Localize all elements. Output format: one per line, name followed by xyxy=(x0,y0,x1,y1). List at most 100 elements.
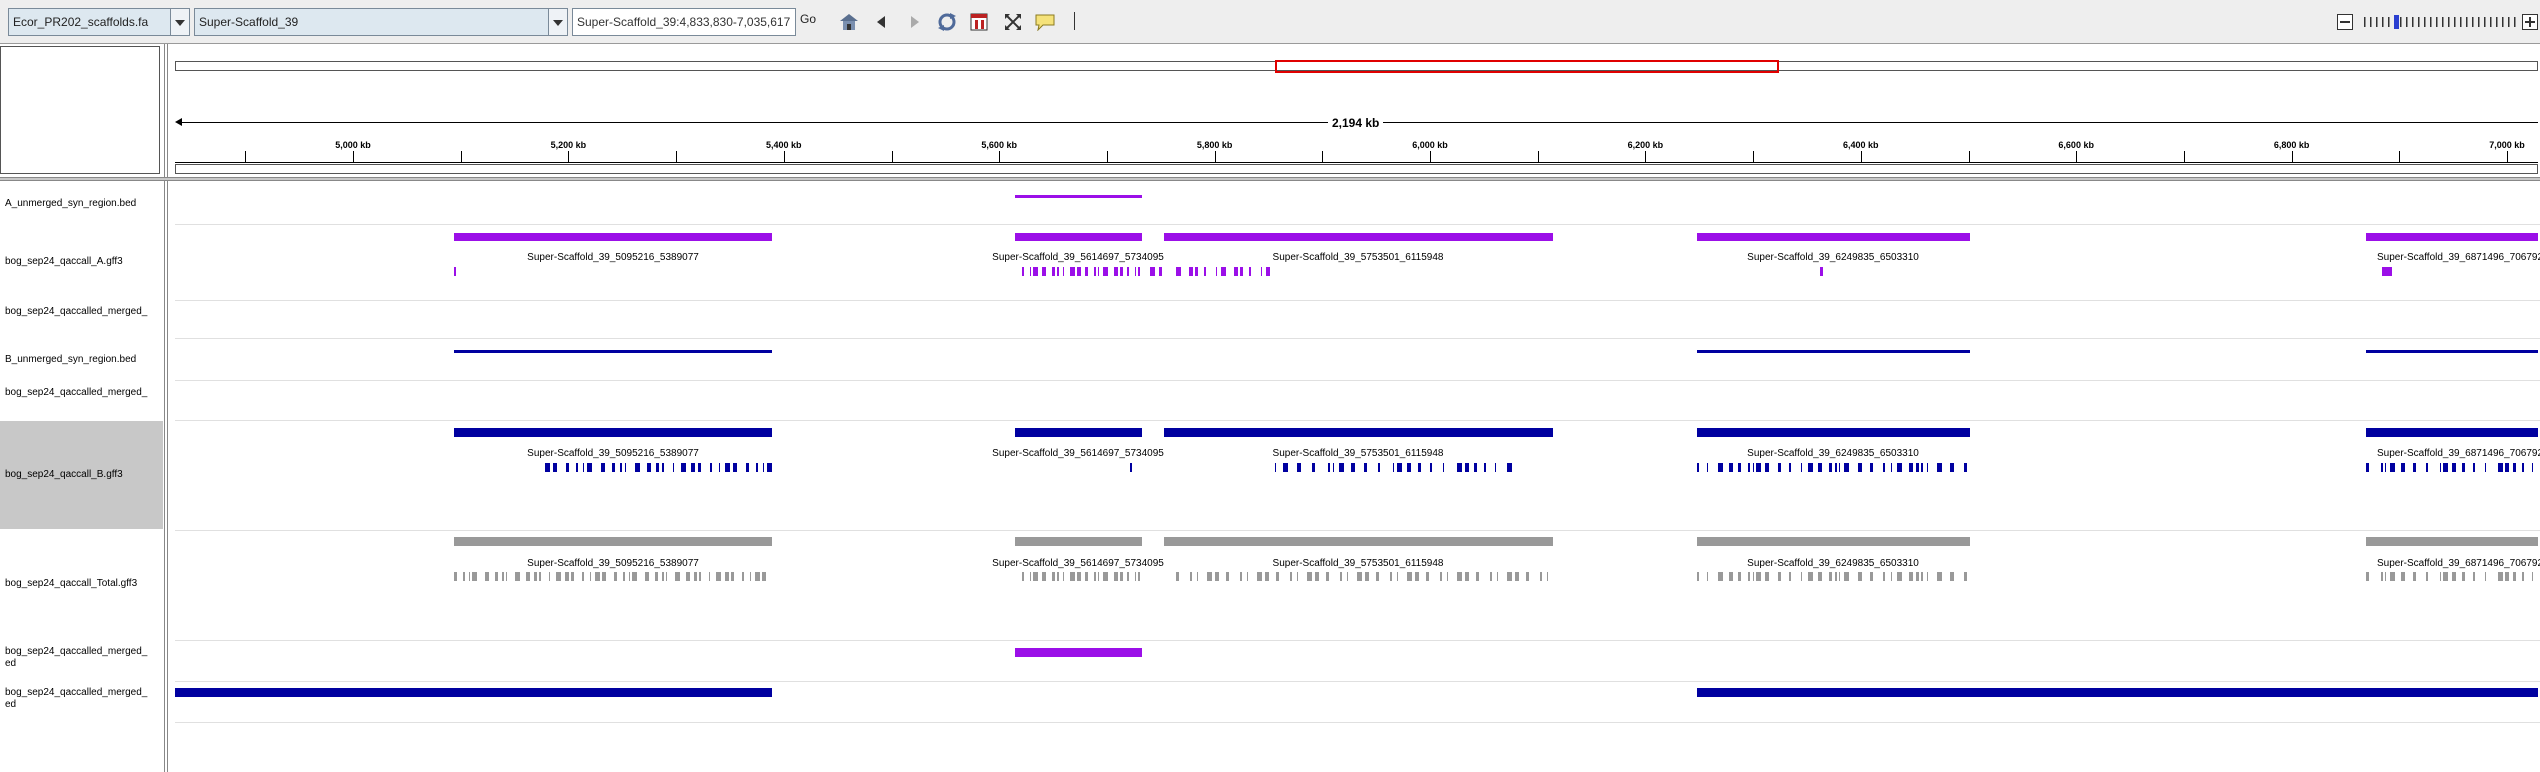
exon-feature[interactable] xyxy=(1765,572,1769,581)
exon-feature[interactable] xyxy=(1753,463,1754,472)
exon-feature[interactable] xyxy=(2532,463,2533,472)
exon-feature[interactable] xyxy=(629,572,630,581)
exon-feature[interactable] xyxy=(1063,572,1064,581)
exon-feature[interactable] xyxy=(1897,463,1902,472)
exon-feature[interactable] xyxy=(1443,463,1444,472)
exon-feature[interactable] xyxy=(1085,267,1088,276)
exon-feature[interactable] xyxy=(1340,572,1342,581)
exon-feature[interactable] xyxy=(694,572,697,581)
exon-feature[interactable] xyxy=(2473,572,2475,581)
exon-feature[interactable] xyxy=(725,463,730,472)
syn-region-feature[interactable] xyxy=(1015,195,1142,198)
zoom-slider-tick[interactable] xyxy=(2514,17,2516,27)
exon-feature[interactable] xyxy=(625,463,626,472)
exon-feature[interactable] xyxy=(1365,572,1369,581)
zoom-slider[interactable] xyxy=(2360,15,2520,29)
zoom-slider-tick[interactable] xyxy=(2406,17,2408,27)
zoom-slider-tick[interactable] xyxy=(2502,17,2504,27)
exon-feature[interactable] xyxy=(2505,463,2509,472)
exon-feature[interactable] xyxy=(469,572,470,581)
exon-feature[interactable] xyxy=(691,463,695,472)
exon-feature[interactable] xyxy=(1707,463,1708,472)
zoom-slider-tick[interactable] xyxy=(2382,17,2384,27)
exon-feature[interactable] xyxy=(1240,572,1242,581)
exon-feature[interactable] xyxy=(549,572,550,581)
exon-feature[interactable] xyxy=(1916,572,1919,581)
exon-feature[interactable] xyxy=(1748,572,1750,581)
exon-feature[interactable] xyxy=(716,572,721,581)
exon-feature[interactable] xyxy=(2505,572,2509,581)
zoom-slider-tick[interactable] xyxy=(2364,17,2366,27)
exon-feature[interactable] xyxy=(1328,463,1330,472)
exon-feature[interactable] xyxy=(1135,572,1136,581)
exon-feature[interactable] xyxy=(647,463,651,472)
exon-feature[interactable] xyxy=(2413,572,2416,581)
exon-feature[interactable] xyxy=(1159,267,1162,276)
gene-feature[interactable] xyxy=(1015,428,1142,437)
popup-text-icon[interactable] xyxy=(1034,13,1056,34)
exon-feature[interactable] xyxy=(582,572,584,581)
exon-feature[interactable] xyxy=(666,572,667,581)
exon-feature[interactable] xyxy=(1275,463,1276,472)
exon-feature[interactable] xyxy=(534,572,537,581)
genome-dropdown[interactable]: Ecor_PR202_scaffolds.fa xyxy=(8,8,190,36)
exon-feature[interactable] xyxy=(1921,572,1923,581)
exon-feature[interactable] xyxy=(1707,572,1708,581)
exon-feature[interactable] xyxy=(1457,463,1462,472)
go-button[interactable]: Go xyxy=(800,12,816,26)
exon-feature[interactable] xyxy=(1507,463,1512,472)
forward-icon[interactable] xyxy=(910,16,920,31)
exon-feature[interactable] xyxy=(1085,572,1088,581)
syn-region-feature[interactable] xyxy=(1697,350,1970,353)
exon-feature[interactable] xyxy=(1829,572,1832,581)
exon-feature[interactable] xyxy=(1070,267,1075,276)
exon-feature[interactable] xyxy=(2440,463,2441,472)
exon-feature[interactable] xyxy=(1718,463,1723,472)
zoom-slider-tick[interactable] xyxy=(2376,17,2378,27)
exon-feature[interactable] xyxy=(1297,572,1298,581)
exon-feature[interactable] xyxy=(1407,463,1411,472)
exon-feature[interactable] xyxy=(595,572,600,581)
exon-feature[interactable] xyxy=(590,572,591,581)
exon-feature[interactable] xyxy=(556,572,561,581)
exon-feature[interactable] xyxy=(1114,572,1118,581)
exon-feature[interactable] xyxy=(1351,463,1355,472)
exon-feature[interactable] xyxy=(1891,463,1892,472)
exon-feature[interactable] xyxy=(1042,267,1046,276)
gene-feature[interactable] xyxy=(1015,233,1142,241)
exon-feature[interactable] xyxy=(485,572,489,581)
exon-feature[interactable] xyxy=(1333,463,1334,472)
exon-feature[interactable] xyxy=(733,463,737,472)
locus-input[interactable] xyxy=(572,8,796,36)
exon-feature[interactable] xyxy=(1964,463,1967,472)
exon-feature[interactable] xyxy=(2385,572,2386,581)
exon-feature[interactable] xyxy=(1778,463,1781,472)
exon-feature[interactable] xyxy=(1215,572,1219,581)
track-name-qaccalled-merged-1[interactable]: bog_sep24_qaccalled_merged_ xyxy=(0,306,163,326)
exon-feature[interactable] xyxy=(762,572,766,581)
exon-feature[interactable] xyxy=(2390,463,2395,472)
exon-feature[interactable] xyxy=(1052,572,1055,581)
back-icon[interactable] xyxy=(876,16,886,31)
exon-feature[interactable] xyxy=(2401,463,2405,472)
gene-feature[interactable] xyxy=(1164,537,1553,546)
exon-feature[interactable] xyxy=(1909,572,1913,581)
exon-feature[interactable] xyxy=(2440,572,2441,581)
exon-feature[interactable] xyxy=(1835,463,1837,472)
chevron-down-icon[interactable] xyxy=(548,9,567,35)
exon-feature[interactable] xyxy=(1515,572,1519,581)
exon-feature[interactable] xyxy=(1094,267,1096,276)
exon-feature[interactable] xyxy=(1077,572,1081,581)
exon-feature[interactable] xyxy=(1839,463,1840,472)
exon-feature[interactable] xyxy=(635,463,640,472)
chevron-down-icon[interactable] xyxy=(170,9,189,35)
gene-feature[interactable] xyxy=(1697,233,1970,241)
exon-feature[interactable] xyxy=(1808,572,1813,581)
header-divider[interactable] xyxy=(0,177,2540,181)
exon-feature[interactable] xyxy=(1789,463,1791,472)
gene-feature[interactable] xyxy=(1697,428,1970,437)
zoom-out-icon[interactable] xyxy=(2337,14,2353,33)
exon-feature[interactable] xyxy=(1801,572,1802,581)
exon-feature[interactable] xyxy=(539,572,541,581)
exon-feature[interactable] xyxy=(2452,572,2456,581)
